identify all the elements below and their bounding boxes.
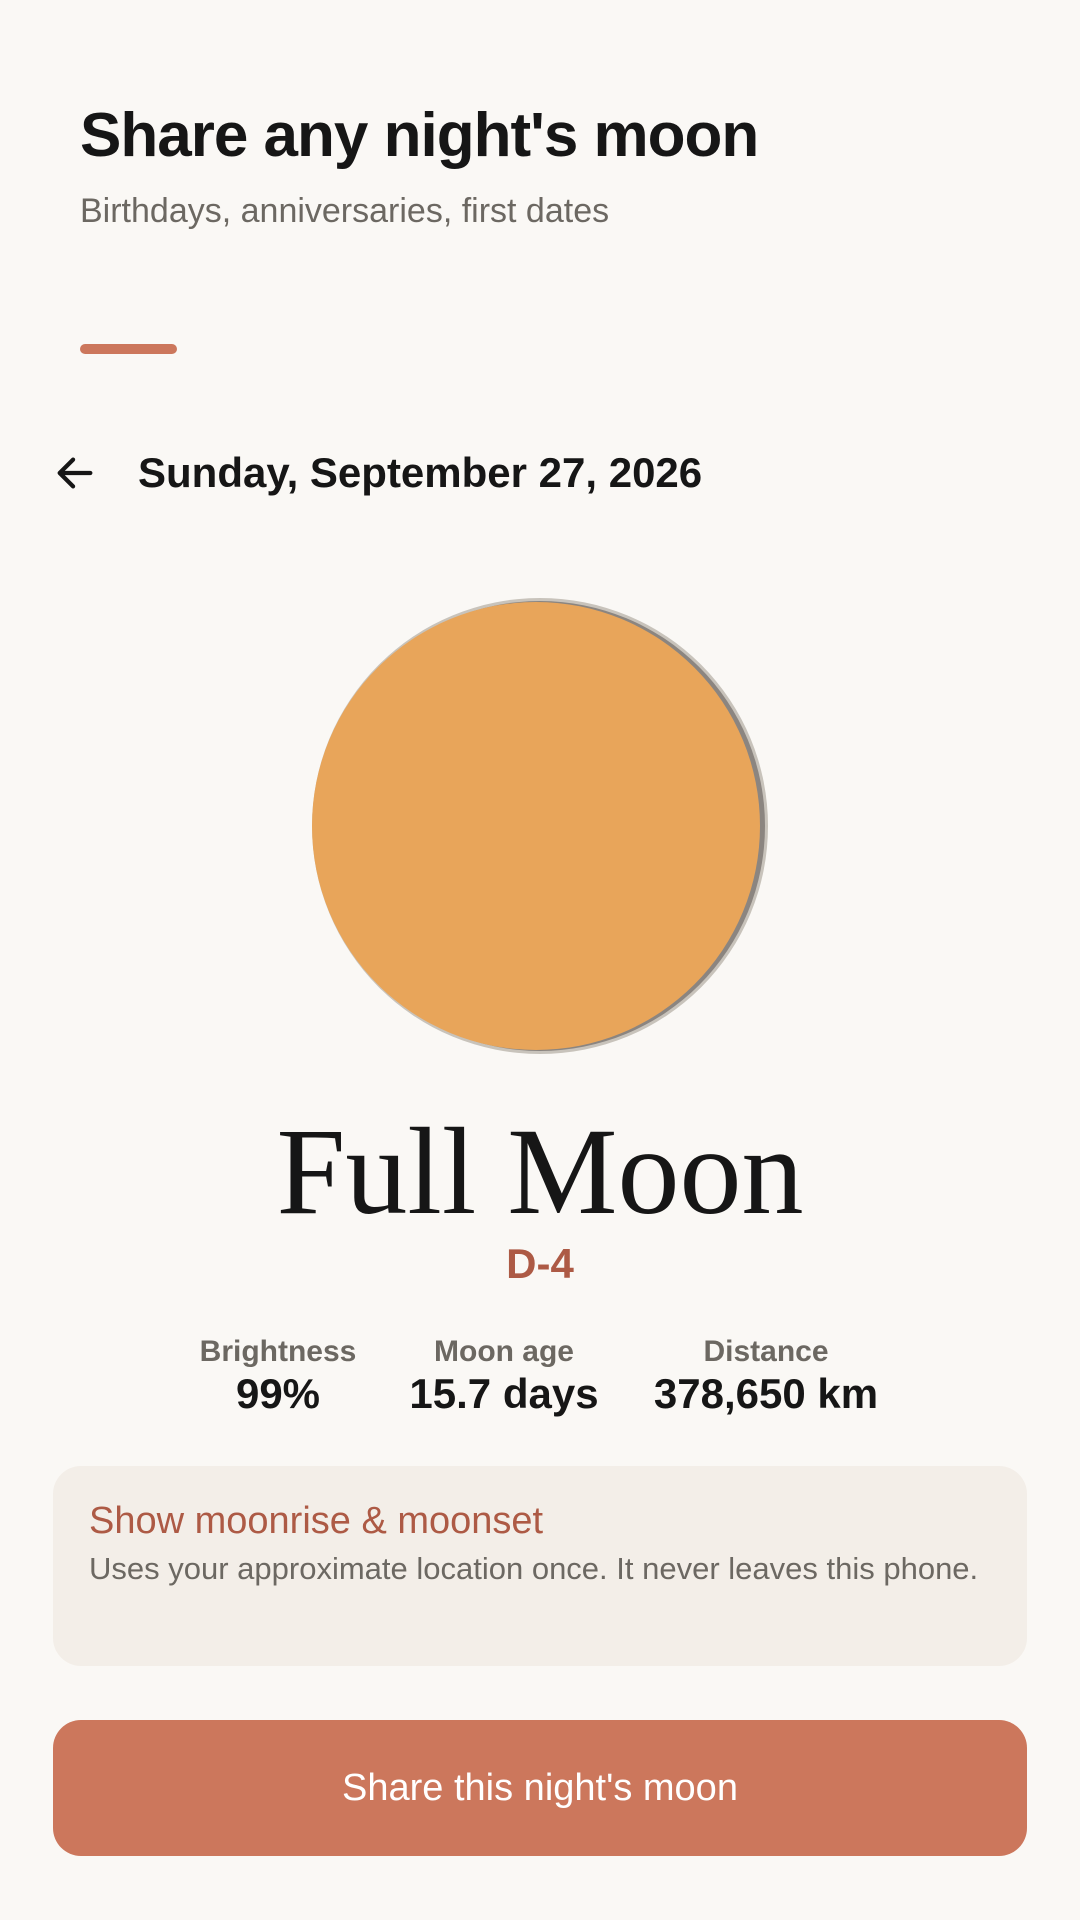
arrow-left-icon	[57, 457, 93, 489]
accent-divider	[80, 344, 177, 354]
moon-lit-area	[312, 602, 760, 1050]
header: Share any night's moon Birthdays, annive…	[80, 100, 1020, 232]
stat-label: Brightness	[199, 1335, 357, 1368]
stat-value: 378,650 km	[653, 1370, 879, 1417]
moon-phase-name: Full Moon	[276, 1103, 804, 1240]
stat-value: 99%	[235, 1370, 321, 1417]
stat-value: 15.7 days	[409, 1370, 599, 1417]
date-navigation: Sunday, September 27, 2026	[46, 438, 702, 508]
moonrise-moonset-card[interactable]: Show moonrise & moonset Uses your approx…	[53, 1466, 1027, 1666]
location-privacy-note: Uses your approximate location once. It …	[89, 1550, 979, 1586]
phase-countdown: D-4	[506, 1240, 574, 1287]
page-subtitle: Birthdays, anniversaries, first dates	[80, 192, 610, 231]
stat-brightness: Brightness 99%	[200, 1334, 357, 1418]
stat-distance: Distance 378,650 km	[654, 1334, 878, 1418]
moon-icon	[312, 598, 768, 1054]
share-moon-button[interactable]: Share this night's moon	[53, 1720, 1027, 1856]
page-title: Share any night's moon	[80, 101, 759, 170]
moon-illustration	[310, 596, 770, 1056]
moonrise-moonset-title: Show moonrise & moonset	[89, 1500, 544, 1542]
stat-label: Moon age	[434, 1335, 574, 1368]
back-button[interactable]	[46, 444, 104, 502]
stat-label: Distance	[703, 1335, 829, 1368]
moon-stats: Brightness 99% Moon age 15.7 days Distan…	[0, 1334, 1080, 1424]
selected-date: Sunday, September 27, 2026	[138, 449, 703, 496]
stat-moon-age: Moon age 15.7 days	[409, 1334, 598, 1418]
